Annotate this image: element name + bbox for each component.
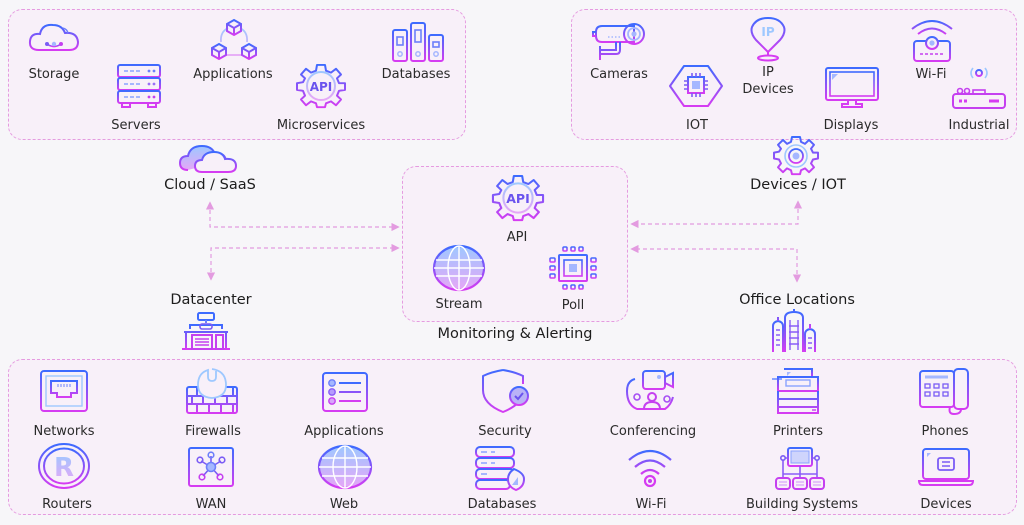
router-r-icon: R	[37, 443, 91, 489]
poll-chip-icon	[548, 245, 598, 291]
wifi-icon	[626, 447, 674, 489]
server-rack-icon	[116, 63, 162, 109]
devices-office-label: Devices	[920, 497, 972, 512]
firewall-icon	[184, 367, 240, 415]
chip-hexagon-icon	[668, 64, 724, 108]
api-gear-icon: API	[295, 63, 347, 109]
office-buildings-icon	[769, 308, 819, 352]
shield-check-icon	[479, 368, 531, 414]
desk-phone-icon	[918, 367, 972, 416]
wan-label: WAN	[195, 497, 227, 512]
cubes-network-icon	[208, 18, 260, 61]
cloud-to-monitoring-connector	[205, 201, 400, 232]
building-systems-label: Building Systems	[745, 497, 859, 512]
web-globe-icon	[317, 444, 373, 490]
security-label: Security	[478, 424, 532, 439]
storage-label: Storage	[28, 67, 80, 82]
printers-label: Printers	[772, 424, 824, 439]
security-camera-icon	[592, 18, 648, 62]
gear-eye-icon	[772, 135, 820, 176]
ip-devices-label-line1: IP	[762, 65, 774, 80]
office-to-monitoring-connector	[630, 244, 802, 283]
svg-text:IP: IP	[761, 25, 774, 39]
wifi-projector-icon	[908, 17, 956, 63]
monitoring-api-label: API	[506, 230, 528, 245]
routers-label: Routers	[42, 497, 92, 512]
cameras-label: Cameras	[590, 67, 648, 82]
ip-devices-label-line2: Devices	[742, 82, 794, 97]
video-conference-icon	[625, 369, 681, 413]
stream-globe-icon	[432, 244, 486, 292]
databases-label: Databases	[381, 67, 451, 82]
cloud-icon	[178, 140, 240, 174]
networks-label: Networks	[33, 424, 95, 439]
web-label: Web	[329, 497, 359, 512]
iot-label: IOT	[685, 118, 709, 133]
stream-label: Stream	[435, 297, 483, 312]
ip-pin-icon: IP	[748, 16, 788, 62]
poll-label: Poll	[561, 298, 585, 313]
laptop-icon	[917, 447, 975, 487]
monitor-icon	[824, 66, 880, 108]
datacenter-building-icon	[180, 311, 232, 351]
conferencing-label: Conferencing	[609, 424, 697, 439]
building-systems-icon	[773, 446, 827, 490]
ethernet-port-icon	[39, 369, 89, 413]
wifi-label: Wi-Fi	[915, 67, 947, 82]
database-shield-icon	[474, 445, 526, 492]
devices-iot-label: Devices / IOT	[750, 177, 846, 193]
wan-nodes-icon	[187, 446, 235, 488]
servers-label: Servers	[111, 118, 161, 133]
displays-label: Displays	[823, 118, 879, 133]
cloud-storage-icon	[27, 20, 81, 56]
monitoring-api-icon: API	[490, 174, 546, 222]
wifi-office-label: Wi-Fi	[635, 497, 667, 512]
microservices-label: Microservices	[276, 118, 366, 133]
svg-text:R: R	[54, 453, 74, 483]
database-stack-icon	[391, 21, 445, 63]
industrial-label: Industrial	[948, 118, 1010, 133]
datacenter-label: Datacenter	[170, 292, 252, 308]
datacenter-to-monitoring-connector	[206, 243, 400, 281]
databases-office-label: Databases	[467, 497, 537, 512]
svg-text:API: API	[506, 191, 530, 206]
applications-label: Applications	[193, 67, 273, 82]
applications-office-label: Applications	[304, 424, 384, 439]
office-locations-label: Office Locations	[739, 292, 855, 308]
app-list-icon	[321, 371, 369, 413]
firewalls-label: Firewalls	[185, 424, 241, 439]
monitoring-alerting-title: Monitoring & Alerting	[437, 326, 593, 342]
printer-icon	[770, 367, 824, 415]
svg-text:API: API	[310, 80, 333, 94]
devices-to-monitoring-connector	[630, 200, 803, 229]
industrial-router-icon	[951, 64, 1007, 110]
phones-label: Phones	[921, 424, 969, 439]
cloud-saas-label: Cloud / SaaS	[164, 177, 256, 193]
